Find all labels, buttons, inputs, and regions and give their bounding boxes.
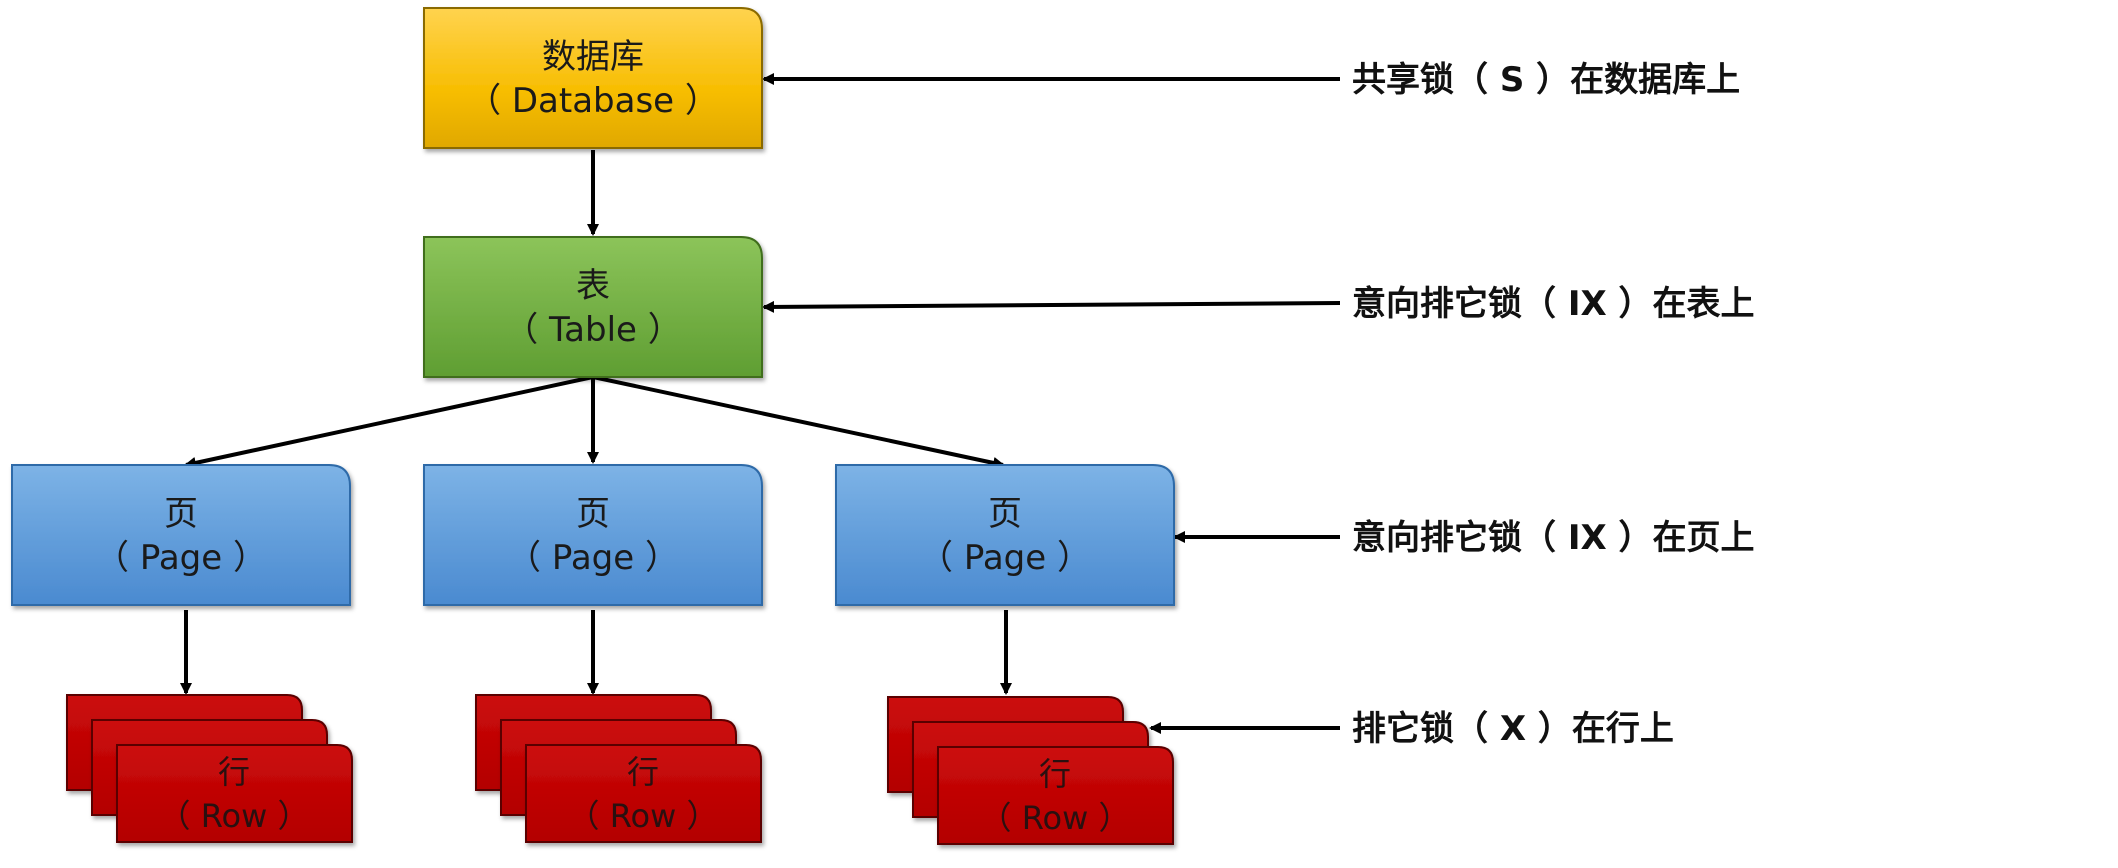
page-title: 页 xyxy=(988,494,1022,534)
row-stack-2: 行 （ Row ） xyxy=(475,694,762,843)
row-title: 行 xyxy=(1039,755,1071,793)
lock-hierarchy-diagram: 数据库 （ Database ） 表 （ Table ） 页 （ Page ） … xyxy=(11,7,1755,845)
annotation-row-lock: 排它锁（ X ）在行上 xyxy=(1352,709,1674,749)
table-title: 表 xyxy=(576,266,610,306)
arrow-table-to-page-3 xyxy=(592,375,1005,469)
database-subtitle: （ Database ） xyxy=(467,81,719,121)
page-node-3: 页 （ Page ） xyxy=(835,464,1175,606)
page-node-1: 页 （ Page ） xyxy=(11,464,351,606)
page-title: 页 xyxy=(164,494,198,534)
row-stack-3: 行 （ Row ） xyxy=(887,696,1174,845)
row-title: 行 xyxy=(218,753,250,791)
table-node: 表 （ Table ） xyxy=(423,236,763,378)
row-title: 行 xyxy=(627,753,659,791)
page-title: 页 xyxy=(576,494,610,534)
row-subtitle: （ Row ） xyxy=(980,799,1131,837)
page-subtitle: （ Page ） xyxy=(507,538,679,578)
page-subtitle: （ Page ） xyxy=(95,538,267,578)
table-subtitle: （ Table ） xyxy=(504,310,682,350)
arrow-table-to-page-1 xyxy=(184,375,594,469)
annotation-page-lock: 意向排它锁（ IX ）在页上 xyxy=(1352,518,1755,558)
database-node: 数据库 （ Database ） xyxy=(423,7,763,149)
annotation-database-lock: 共享锁（ S ）在数据库上 xyxy=(1352,60,1740,100)
annotation-table-lock: 意向排它锁（ IX ）在表上 xyxy=(1352,284,1755,324)
row-stack-1: 行 （ Row ） xyxy=(66,694,353,843)
connectors xyxy=(180,73,1341,734)
page-subtitle: （ Page ） xyxy=(919,538,1091,578)
page-node-2: 页 （ Page ） xyxy=(423,464,763,606)
database-title: 数据库 xyxy=(542,37,644,77)
row-subtitle: （ Row ） xyxy=(568,797,719,835)
row-subtitle: （ Row ） xyxy=(159,797,310,835)
arrow-annotation-table xyxy=(762,300,1341,313)
